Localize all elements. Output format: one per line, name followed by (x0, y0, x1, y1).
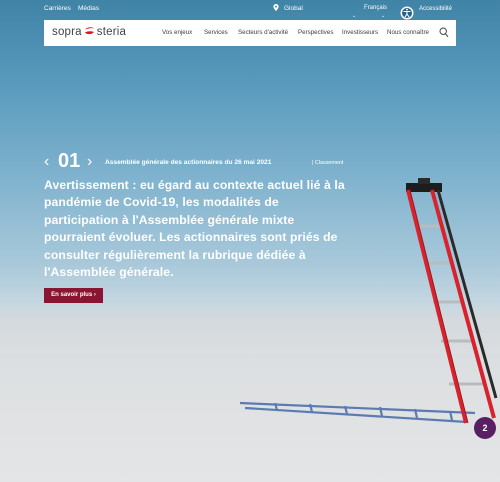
notification-badge[interactable]: 2 (474, 417, 496, 439)
chevron-left-icon[interactable]: ‹ (44, 154, 49, 170)
media-link[interactable]: Médias (78, 5, 99, 12)
nav-item-investisseurs[interactable]: Investisseurs (342, 29, 378, 36)
event-category-label: Classement (314, 159, 344, 166)
careers-link[interactable]: Carrières (44, 5, 71, 12)
ladder-image (406, 178, 498, 424)
top-utility-bar: Carrières Médias Global Français ⌄ ⌄ Acc… (0, 0, 500, 20)
learn-more-button[interactable]: En savoir plus › (44, 288, 103, 303)
logo-text-left: sopra (52, 26, 82, 38)
chevron-down-icon: ⌄ (352, 13, 357, 19)
language-selector[interactable]: Français (364, 5, 387, 11)
event-category: | Classement (312, 159, 344, 166)
logo-text-right: steria (96, 26, 127, 38)
chevron-down-icon: ⌄ (381, 13, 386, 19)
accessibility-link[interactable]: Accessibilité (419, 6, 452, 12)
nav-item-vos-enjeux[interactable]: Vos enjeux (162, 29, 192, 36)
slide-header: ‹ 01 › Assemblée générale des actionnair… (44, 150, 444, 173)
event-title: Assemblée générale des actionnaires du 2… (105, 159, 272, 166)
location-pin-icon (273, 4, 279, 11)
region-selector[interactable]: Global (284, 5, 303, 12)
sopra-steria-logo[interactable]: sopra steria (52, 26, 126, 40)
chevron-right-icon[interactable]: › (87, 154, 92, 170)
logo-swoosh-icon (84, 27, 94, 35)
hero-headline: Avertissement : eu égard au contexte act… (44, 178, 345, 280)
search-icon[interactable] (439, 27, 449, 38)
nav-item-perspectives[interactable]: Perspectives (298, 29, 333, 36)
nav-item-secteurs[interactable]: Secteurs d'activité (238, 29, 288, 36)
accessibility-icon[interactable] (400, 6, 414, 20)
slide-number: 01 (58, 150, 81, 172)
nav-item-nous-connaitre[interactable]: Nous connaître (387, 29, 429, 36)
main-navbar: sopra steria Vos enjeux Services Secteur… (44, 20, 456, 46)
nav-item-services[interactable]: Services (204, 29, 228, 36)
